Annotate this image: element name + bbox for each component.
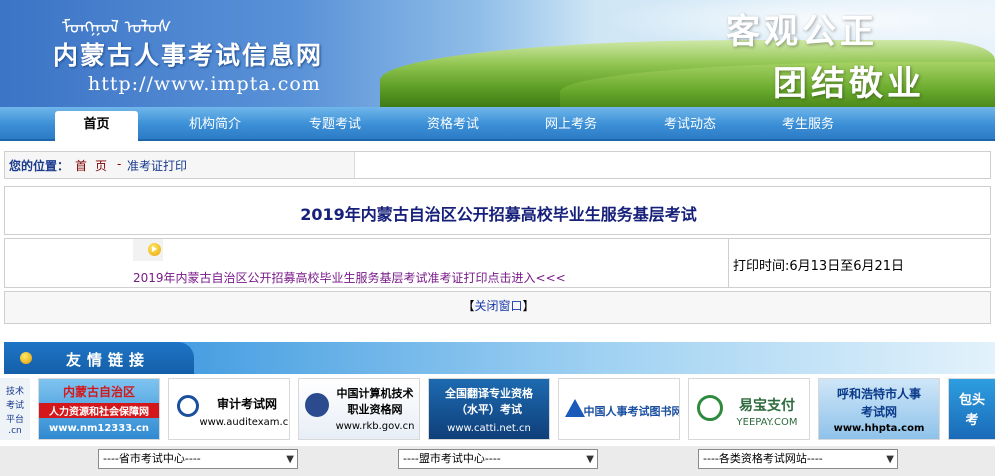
- friend-links-title: 友情链接: [66, 351, 151, 369]
- admission-ticket-print-link[interactable]: 2019年内蒙古自治区公开招募高校毕业生服务基层考试准考证打印点击进入<<<: [133, 269, 566, 286]
- qualification-sites-select[interactable]: ----各类资格考试网站---- ▼: [698, 449, 898, 469]
- logo-yeepay[interactable]: 易宝支付 YEEPAY.COM: [688, 378, 810, 440]
- logo-catti[interactable]: 全国翻译专业资格 （水平）考试 www.catti.net.cn: [428, 378, 550, 440]
- close-bracket-right: 】: [522, 299, 535, 313]
- nav-item-candidate-services[interactable]: 考生服务: [763, 113, 853, 141]
- close-window-row: 【关闭窗口】: [4, 291, 991, 324]
- site-url: http://www.impta.com: [88, 73, 321, 95]
- nav-item-qualification-exams[interactable]: 资格考试: [408, 113, 498, 141]
- nav-item-about[interactable]: 机构简介: [170, 113, 260, 141]
- slogan-line-2: 团结敬业: [773, 64, 925, 104]
- nav-item-exam-news[interactable]: 考试动态: [645, 113, 735, 141]
- league-exam-center-select[interactable]: ----盟市考试中心---- ▼: [398, 449, 598, 469]
- chevron-down-icon: ▼: [886, 454, 894, 465]
- print-time-cell: 打印时间:6月13日至6月21日: [729, 238, 991, 288]
- close-window-link[interactable]: 关闭窗口: [474, 299, 522, 313]
- slogan-line-1: 客观公正: [726, 12, 878, 52]
- friend-links-tab: 友情链接: [4, 342, 194, 374]
- main-nav: 首页 机构简介 专题考试 资格考试 网上考务 考试动态 考生服务: [0, 107, 995, 141]
- breadcrumb-label: 您的位置：: [9, 159, 70, 173]
- league-select-value: ----盟市考试中心----: [403, 452, 501, 465]
- link-selects-row: ----省市考试中心---- ▼ ----盟市考试中心---- ▼ ----各类…: [0, 446, 995, 476]
- breadcrumb: 您的位置： 首页 - 准考证打印: [4, 151, 991, 179]
- chevron-down-icon: ▼: [586, 454, 594, 465]
- logo-nm12333[interactable]: 内蒙古自治区 人力资源和社会保障网 www.nm12333.cn: [38, 378, 160, 440]
- logo-hhpta[interactable]: 呼和浩特市人事 考试网 www.hhpta.com: [818, 378, 940, 440]
- logo-exam-books[interactable]: 中国人事考试图书网: [558, 378, 680, 440]
- article-title-box: 2019年内蒙古自治区公开招募高校毕业生服务基层考试: [4, 186, 991, 235]
- breadcrumb-home-link[interactable]: 首页: [75, 157, 115, 174]
- nav-item-home[interactable]: 首页: [55, 111, 138, 141]
- qualification-select-value: ----各类资格考试网站----: [703, 452, 823, 465]
- site-banner: ᠮᠣᠩᠭᠣᠯ ᠤᠯᠤᠰ 内蒙古人事考试信息网 http://www.impta.…: [0, 0, 995, 107]
- mongolian-title: ᠮᠣᠩᠭᠣᠯ ᠤᠯᠤᠰ: [62, 17, 172, 38]
- arrow-bullet-icon: [148, 243, 161, 256]
- breadcrumb-inner: 您的位置： 首页 - 准考证打印: [5, 152, 355, 178]
- chevron-down-icon: ▼: [286, 454, 294, 465]
- article-content: 2019年内蒙古自治区公开招募高校毕业生服务基层考试准考证打印点击进入<<<: [4, 238, 729, 288]
- logo-rkb[interactable]: 中国计算机技术 职业资格网 www.rkb.gov.cn: [298, 378, 420, 440]
- friend-links-bar: 友情链接: [4, 342, 995, 374]
- close-bracket-left: 【: [462, 299, 475, 313]
- logo-auditexam[interactable]: 审计考试网 www.auditexam.cn: [168, 378, 290, 440]
- nav-item-online-services[interactable]: 网上考务: [526, 113, 616, 141]
- article-title: 2019年内蒙古自治区公开招募高校毕业生服务基层考试: [300, 205, 697, 224]
- site-title: 内蒙古人事考试信息网: [53, 41, 324, 70]
- breadcrumb-separator: -: [117, 157, 122, 171]
- province-exam-center-select[interactable]: ----省市考试中心---- ▼: [98, 449, 298, 469]
- logo-partial-left[interactable]: 技术 考试 平台 .cn: [0, 378, 30, 440]
- close-window-wrapper: 【关闭窗口】: [5, 297, 992, 314]
- friend-links-logos: 技术 考试 平台 .cn 内蒙古自治区 人力资源和社会保障网 www.nm123…: [0, 374, 995, 444]
- nav-item-special-exams[interactable]: 专题考试: [290, 113, 380, 141]
- province-select-value: ----省市考试中心----: [103, 452, 201, 465]
- bullet-dot-icon: [20, 352, 32, 364]
- breadcrumb-current: 准考证打印: [127, 159, 188, 173]
- logo-baotou-partial[interactable]: 包头 考: [948, 378, 995, 440]
- print-time-text: 打印时间:6月13日至6月21日: [733, 259, 905, 274]
